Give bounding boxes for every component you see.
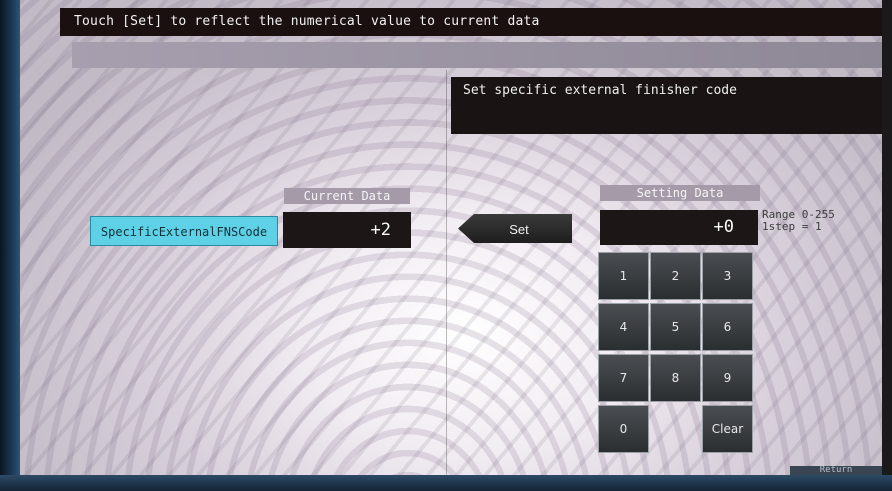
header-stripe [72,42,882,68]
range-info: Range 0-255 1step = 1 [762,209,872,233]
instruction-bar: Touch [Set] to reflect the numerical val… [60,8,882,36]
step-text: 1step = 1 [762,220,822,233]
parameter-label-button[interactable]: SpecificExternalFNSCode [90,216,278,246]
panel-divider [446,70,447,475]
setting-data-value[interactable]: +0 [600,210,758,245]
keypad-key-0[interactable]: 0 [598,405,649,453]
set-button[interactable]: Set [458,214,572,243]
keypad-key-2[interactable]: 2 [650,252,701,300]
keypad-clear-button[interactable]: Clear [702,405,753,453]
setting-data-header: Setting Data [600,185,760,201]
current-data-header: Current Data [284,188,410,204]
keypad-key-1[interactable]: 1 [598,252,649,300]
touch-screen: Touch [Set] to reflect the numerical val… [20,0,882,475]
current-data-value: +2 [283,212,411,248]
keypad-key-4[interactable]: 4 [598,303,649,351]
keypad-key-7[interactable]: 7 [598,354,649,402]
description-panel: Set specific external finisher code [451,77,882,134]
keypad-key-3[interactable]: 3 [702,252,753,300]
screen-bezel-right [882,0,892,491]
keypad-key-8[interactable]: 8 [650,354,701,402]
screen-bezel-bottom [0,475,892,491]
return-button[interactable]: Return [790,466,882,475]
keypad-key-9[interactable]: 9 [702,354,753,402]
screen-bezel-left [0,0,20,491]
keypad-key-5[interactable]: 5 [650,303,701,351]
keypad-key-6[interactable]: 6 [702,303,753,351]
